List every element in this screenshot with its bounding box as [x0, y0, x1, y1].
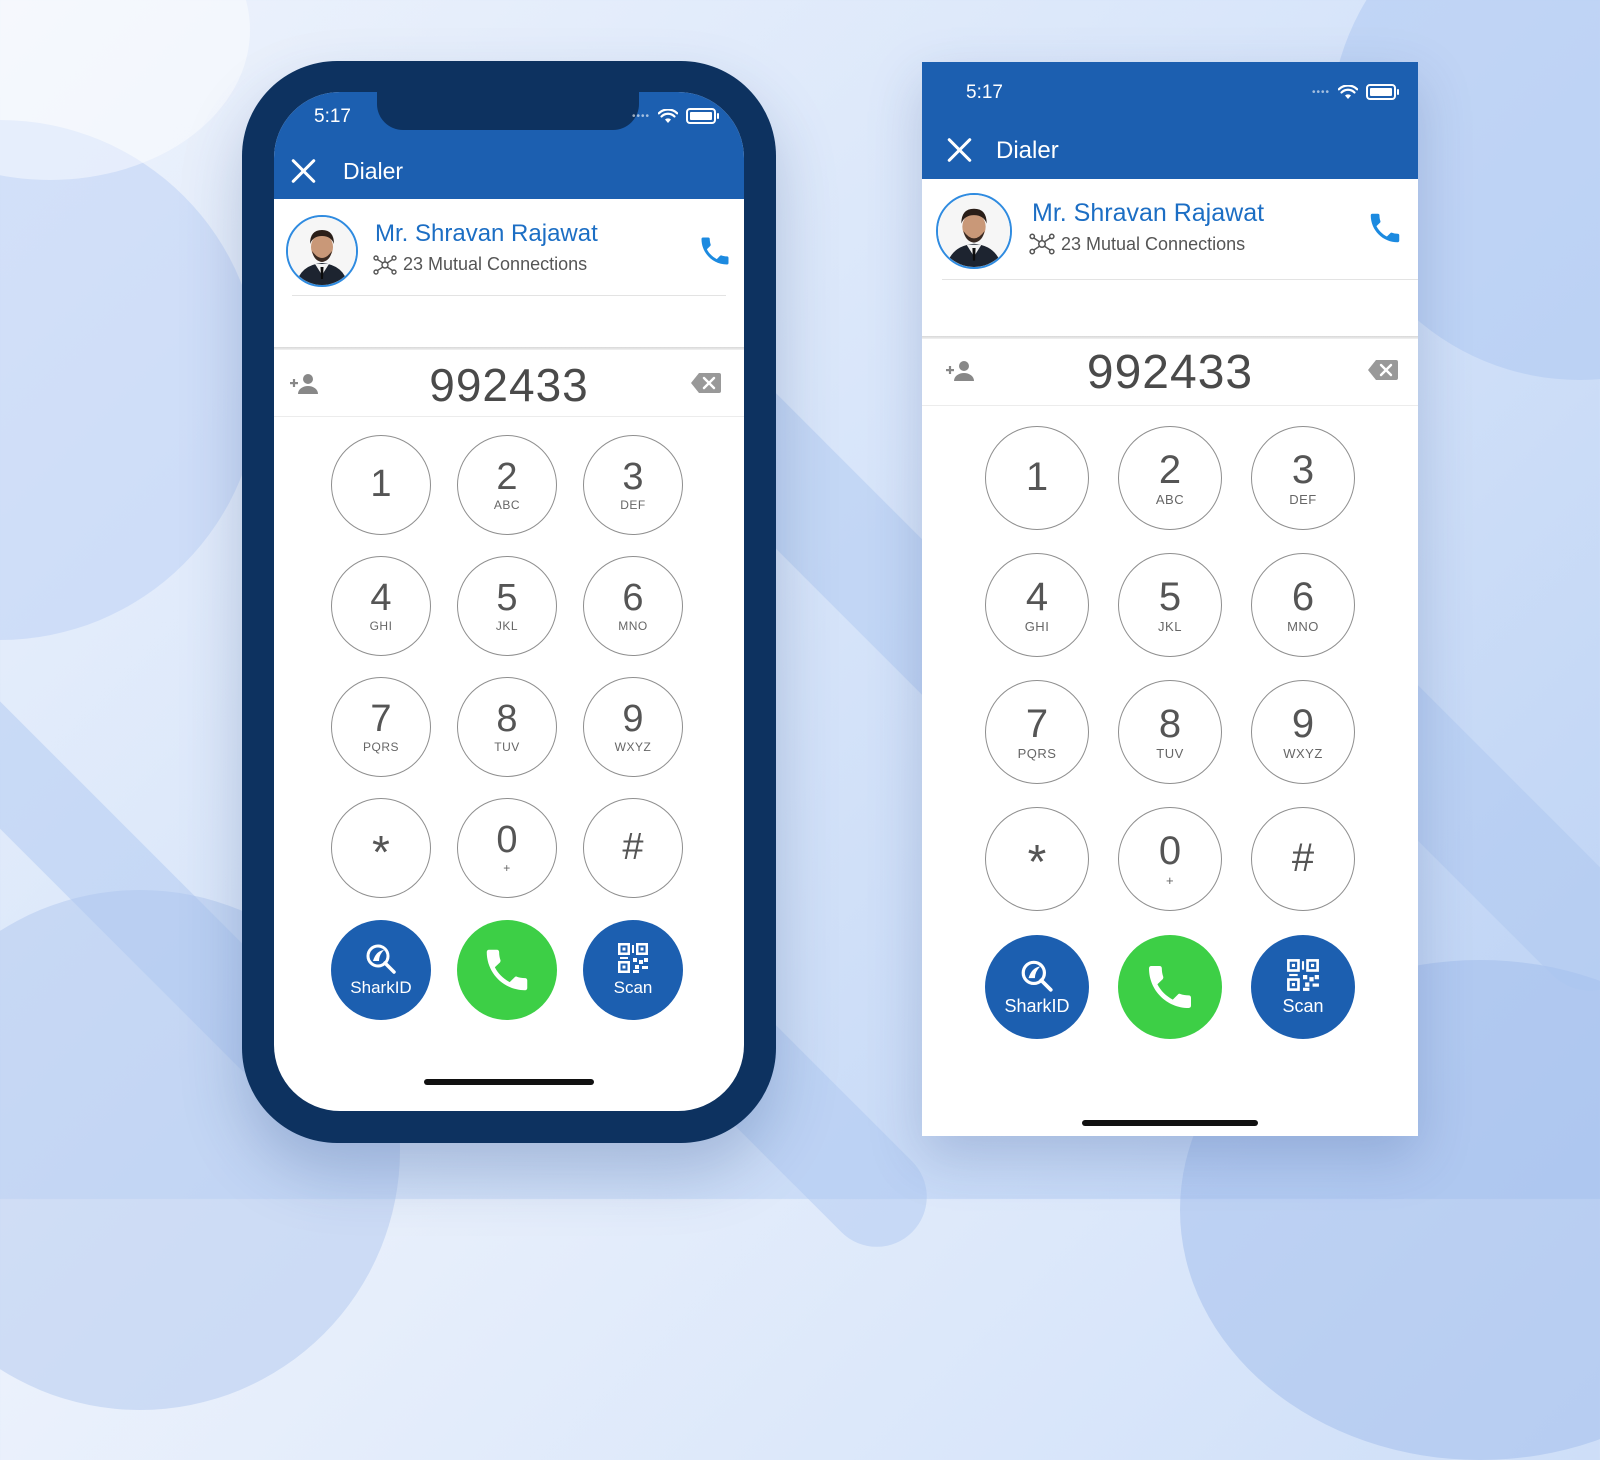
key-7[interactable]: 7 PQRS: [985, 680, 1089, 784]
key-3[interactable]: 3 DEF: [1251, 426, 1355, 530]
scan-label: Scan: [613, 978, 653, 997]
signal-icon: ••••: [1311, 86, 1330, 98]
sharkid-label: SharkID: [1004, 995, 1070, 1016]
network-icon: [373, 254, 397, 275]
key-4[interactable]: 4 GHI: [985, 553, 1089, 657]
avatar-photo: [288, 217, 356, 285]
keypad: 1 2 ABC 3 DEF 4 GHI 5 JKL 6 MNO 7 PQRS 8 TUV 9W…: [985, 426, 1355, 911]
contact-card[interactable]: Mr. Shravan Rajawat 23 Mutual Connection…: [274, 199, 744, 302]
key-1[interactable]: 1: [985, 426, 1089, 530]
keypad: 1 2 ABC 3 DEF 4 GHI 5 JKL 6 MNO 7 PQRS 8 TUV 9W…: [331, 435, 683, 898]
action-row: SharkID Scan: [985, 935, 1355, 1039]
page-title: Dialer: [996, 137, 1059, 164]
divider: [922, 405, 1418, 406]
phone-icon: [486, 949, 528, 991]
action-row: SharkID Scan: [331, 920, 683, 1020]
call-contact-icon[interactable]: [1366, 209, 1404, 247]
scan-button[interactable]: Scan: [1251, 935, 1355, 1039]
avatar: [286, 215, 358, 287]
number-entry: 992433: [922, 339, 1418, 405]
key-star[interactable]: *: [985, 807, 1089, 911]
contact-name[interactable]: Mr. Shravan Rajawat: [1032, 199, 1264, 228]
close-icon[interactable]: [946, 137, 972, 163]
home-indicator: [1082, 1120, 1258, 1126]
mutual-connections-label: 23 Mutual Connections: [403, 254, 588, 274]
qr-code-icon: [1287, 958, 1319, 991]
signal-icon: ••••: [631, 110, 650, 122]
battery-icon: [1366, 84, 1399, 100]
dialer-screen-flat: 5:17 •••• Dialer Mr. Shravan Rajawat 23 …: [922, 62, 1418, 1136]
status-icons: ••••: [1311, 84, 1399, 100]
page-title: Dialer: [343, 158, 404, 184]
key-hash[interactable]: #: [583, 798, 683, 898]
home-indicator: [424, 1079, 594, 1085]
contact-name[interactable]: Mr. Shravan Rajawat: [375, 220, 598, 248]
avatar: [936, 193, 1012, 269]
qr-code-icon: [618, 943, 648, 973]
key-5[interactable]: 5 JKL: [457, 556, 557, 656]
mutual-connections-label: 23 Mutual Connections: [1061, 233, 1246, 254]
dialed-number: 992433: [1086, 346, 1254, 399]
dialed-number: 992433: [429, 359, 589, 411]
key-9[interactable]: 9 WXYZ: [583, 677, 683, 777]
key-7[interactable]: 7 PQRS: [331, 677, 431, 777]
status-time: 5:17: [966, 82, 1003, 103]
key-6[interactable]: 6 MNO: [1251, 553, 1355, 657]
key-2[interactable]: 2 ABC: [1118, 426, 1222, 530]
sharkid-icon: [366, 944, 396, 974]
phone-icon: [1149, 966, 1191, 1008]
sharkid-button[interactable]: SharkID: [985, 935, 1089, 1039]
divider: [274, 416, 744, 417]
key-2[interactable]: 2 ABC: [457, 435, 557, 535]
divider: [942, 279, 1418, 280]
key-hash[interactable]: #: [1251, 807, 1355, 911]
mutual-connections[interactable]: 23 Mutual Connections: [373, 254, 587, 275]
wifi-icon: [1338, 84, 1358, 99]
key-6[interactable]: 6 MNO: [583, 556, 683, 656]
key-9[interactable]: 9 WXYZ: [1251, 680, 1355, 784]
key-star[interactable]: *: [331, 798, 431, 898]
number-entry: 992433: [274, 350, 744, 416]
phone-notch: [377, 92, 639, 130]
close-icon[interactable]: [290, 158, 316, 184]
wifi-icon: [658, 108, 678, 123]
call-contact-icon[interactable]: [697, 233, 733, 269]
key-8[interactable]: 8 TUV: [1118, 680, 1222, 784]
avatar-photo: [938, 195, 1010, 267]
status-icons: ••••: [631, 108, 719, 124]
contact-card[interactable]: Mr. Shravan Rajawat 23 Mutual Connection…: [922, 179, 1418, 283]
key-5[interactable]: 5 JKL: [1118, 553, 1222, 657]
key-0[interactable]: 0 +: [457, 798, 557, 898]
scan-button[interactable]: Scan: [583, 920, 683, 1020]
sharkid-icon: [1021, 960, 1053, 992]
sharkid-label: SharkID: [350, 978, 412, 997]
dial-call-button[interactable]: [1118, 935, 1222, 1039]
key-1[interactable]: 1: [331, 435, 431, 535]
mutual-connections[interactable]: 23 Mutual Connections: [1029, 233, 1245, 255]
scan-label: Scan: [1282, 995, 1324, 1016]
key-8[interactable]: 8 TUV: [457, 677, 557, 777]
divider: [292, 295, 726, 296]
app-bar: 5:17 •••• Dialer: [922, 62, 1418, 179]
battery-icon: [686, 108, 719, 124]
network-icon: [1029, 233, 1055, 255]
sharkid-button[interactable]: SharkID: [331, 920, 431, 1020]
app-bar: 5:17 •••• Dialer: [274, 92, 744, 199]
dial-call-button[interactable]: [457, 920, 557, 1020]
backspace-icon[interactable]: [690, 372, 722, 394]
dialer-screen-framed: 5:17 •••• Dialer Mr. Shravan Rajawat 23 …: [274, 92, 744, 1111]
status-time: 5:17: [314, 106, 351, 127]
key-4[interactable]: 4 GHI: [331, 556, 431, 656]
key-0[interactable]: 0 +: [1118, 807, 1222, 911]
key-3[interactable]: 3 DEF: [583, 435, 683, 535]
backspace-icon[interactable]: [1367, 359, 1399, 381]
